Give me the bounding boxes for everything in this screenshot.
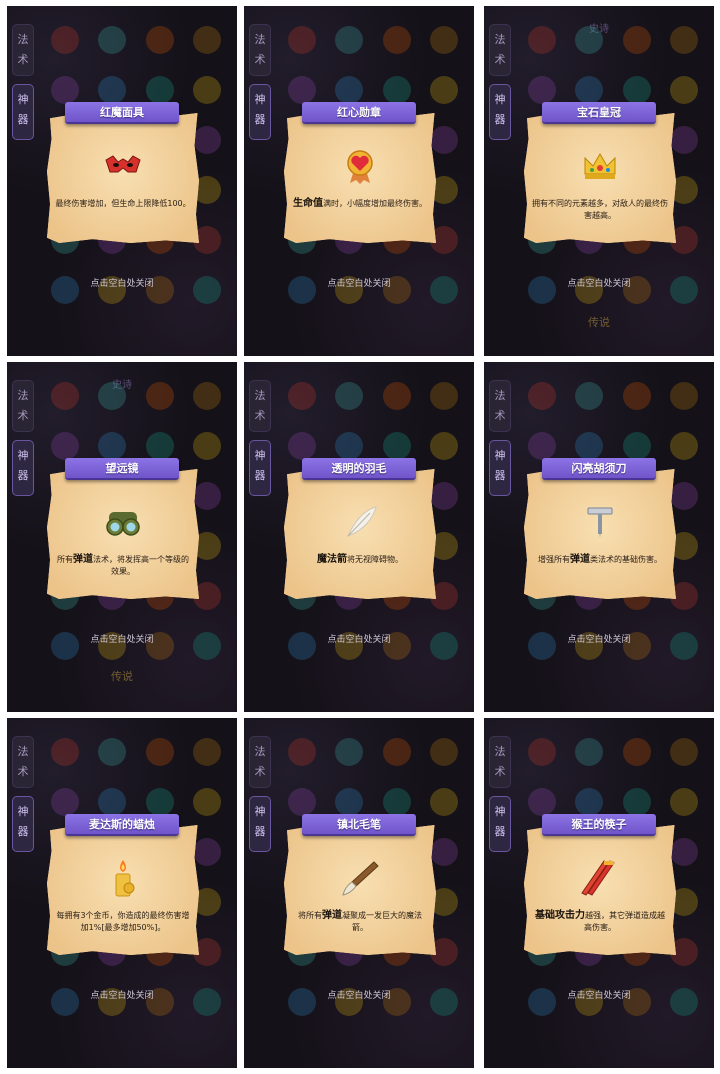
tab-artifact-label: 神器 — [494, 805, 506, 838]
artifact-dialog-panel-5[interactable]: 法术 神器 透明的羽毛 魔法箭将无视障碍物。 点击空白处关闭 — [244, 362, 474, 712]
artifact-dialog-panel-3[interactable]: 史诗 法术 神器 传说 宝石皇冠 拥有不同的元素越多，对敌人的最终伤害越高。 点… — [484, 6, 714, 356]
tab-spell[interactable]: 法术 — [12, 736, 34, 788]
tab-spell[interactable]: 法术 — [489, 380, 511, 432]
section-label-legend: 传说 — [111, 670, 133, 683]
dialog-title: 望远镜 — [57, 458, 187, 480]
tab-spell-label: 法术 — [17, 389, 29, 422]
tab-artifact-label: 神器 — [494, 449, 506, 482]
tab-spell[interactable]: 法术 — [12, 24, 34, 76]
artifact-dialog-panel-9[interactable]: 法术 神器 猴王的筷子 基础攻击力越强，其它弹道造成越高伤害。 点击空白处关闭 — [484, 718, 714, 1068]
close-hint[interactable]: 点击空白处关闭 — [484, 276, 714, 289]
tab-spell-label: 法术 — [254, 33, 266, 66]
dialog-title: 麦达斯的蜡烛 — [57, 814, 187, 836]
tab-artifact[interactable]: 神器 — [489, 796, 511, 852]
close-hint[interactable]: 点击空白处关闭 — [484, 988, 714, 1001]
dialog-description: 增强所有弹道类法术的基础伤害。 — [538, 554, 662, 565]
tab-artifact-label: 神器 — [254, 449, 266, 482]
close-hint[interactable]: 点击空白处关闭 — [7, 632, 237, 645]
close-hint[interactable]: 点击空白处关闭 — [484, 632, 714, 645]
binoculars-icon — [106, 512, 140, 536]
tab-artifact-label: 神器 — [17, 449, 29, 482]
artifact-dialog-panel-1[interactable]: 法术 神器 红魔面具 最终伤害增加，但生命上限降低100。 点击空白处关闭 — [7, 6, 237, 356]
dialog-title: 宝石皇冠 — [534, 102, 664, 124]
monkey-king-chopsticks-icon — [581, 860, 615, 896]
tab-artifact[interactable]: 神器 — [12, 796, 34, 852]
dialog-title: 红心勋章 — [294, 102, 424, 124]
close-hint[interactable]: 点击空白处关闭 — [7, 276, 237, 289]
dialog-description: 基础攻击力越强，其它弹道造成越高伤害。 — [535, 910, 665, 932]
tab-artifact[interactable]: 神器 — [489, 84, 511, 140]
gem-crown-icon — [584, 153, 616, 179]
artifact-dialog-panel-6[interactable]: 法术 神器 闪亮胡须刀 增强所有弹道类法术的基础伤害。 点击空白处关闭 — [484, 362, 714, 712]
red-heart-medal-icon — [347, 150, 373, 184]
dialog-title: 红魔面具 — [57, 102, 187, 124]
tab-spell-label: 法术 — [494, 33, 506, 66]
dialog-description: 拥有不同的元素越多，对敌人的最终伤害越高。 — [532, 199, 668, 220]
section-label-legend: 传说 — [588, 316, 610, 329]
artifact-dialog-panel-7[interactable]: 法术 神器 麦达斯的蜡烛 每拥有3个金币，你造成的最终伤害增加1%[最多增加50… — [7, 718, 237, 1068]
tab-spell-label: 法术 — [254, 745, 266, 778]
artifact-dialog-panel-2[interactable]: 法术 神器 红心勋章 生命值满时，小幅度增加最终伤害。 点击空白处关闭 — [244, 6, 474, 356]
tab-spell[interactable]: 法术 — [249, 24, 271, 76]
artifact-dialog-panel-8[interactable]: 法术 神器 镇北毛笔 将所有弹道凝聚成一发巨大的魔法箭。 点击空白处关闭 — [244, 718, 474, 1068]
tab-artifact[interactable]: 神器 — [249, 84, 271, 140]
close-hint[interactable]: 点击空白处关闭 — [244, 632, 474, 645]
tab-spell-label: 法术 — [17, 745, 29, 778]
shiny-razor-icon — [587, 507, 613, 538]
tab-artifact[interactable]: 神器 — [12, 84, 34, 140]
tab-artifact[interactable]: 神器 — [12, 440, 34, 496]
tab-spell-label: 法术 — [254, 389, 266, 422]
tab-artifact-label: 神器 — [254, 805, 266, 838]
close-hint[interactable]: 点击空白处关闭 — [244, 988, 474, 1001]
tab-spell-label: 法术 — [494, 389, 506, 422]
close-hint[interactable]: 点击空白处关闭 — [244, 276, 474, 289]
dialog-description: 每拥有3个金币，你造成的最终伤害增加1%[最多增加50%]。 — [56, 911, 190, 932]
dialog-description: 生命值满时，小幅度增加最终伤害。 — [293, 198, 427, 209]
artifact-dialog-panel-4[interactable]: 史诗 法术 神器 传说 望远镜 所有弹道法术，将发挥高一个等级的效果。 点击空白… — [7, 362, 237, 712]
close-hint[interactable]: 点击空白处关闭 — [7, 988, 237, 1001]
tab-artifact[interactable]: 神器 — [249, 440, 271, 496]
dialog-description: 魔法箭将无视障碍物。 — [317, 554, 403, 565]
tab-spell-label: 法术 — [494, 745, 506, 778]
red-devil-mask-icon — [105, 155, 141, 173]
tab-spell[interactable]: 法术 — [489, 736, 511, 788]
dialog-title: 闪亮胡须刀 — [534, 458, 664, 480]
dialog-title: 猴王的筷子 — [534, 814, 664, 836]
dialog-title: 透明的羽毛 — [294, 458, 424, 480]
tab-spell[interactable]: 法术 — [249, 380, 271, 432]
dialog-description: 将所有弹道凝聚成一发巨大的魔法箭。 — [298, 910, 422, 932]
zhenbei-brush-icon — [342, 861, 379, 896]
tab-artifact-label: 神器 — [17, 93, 29, 126]
tab-artifact[interactable]: 神器 — [489, 440, 511, 496]
dialog-title: 镇北毛笔 — [294, 814, 424, 836]
tab-spell[interactable]: 法术 — [12, 380, 34, 432]
tab-spell[interactable]: 法术 — [249, 736, 271, 788]
tab-artifact-label: 神器 — [494, 93, 506, 126]
tab-artifact[interactable]: 神器 — [249, 796, 271, 852]
dialog-description: 最终伤害增加，但生命上限降低100。 — [55, 199, 191, 208]
tab-spell-label: 法术 — [17, 33, 29, 66]
midas-candle-icon — [115, 860, 135, 897]
tab-artifact-label: 神器 — [17, 805, 29, 838]
dialog-description: 所有弹道法术，将发挥高一个等级的效果。 — [57, 554, 189, 576]
transparent-feather-icon — [347, 506, 377, 538]
tab-spell[interactable]: 法术 — [489, 24, 511, 76]
tab-artifact-label: 神器 — [254, 93, 266, 126]
